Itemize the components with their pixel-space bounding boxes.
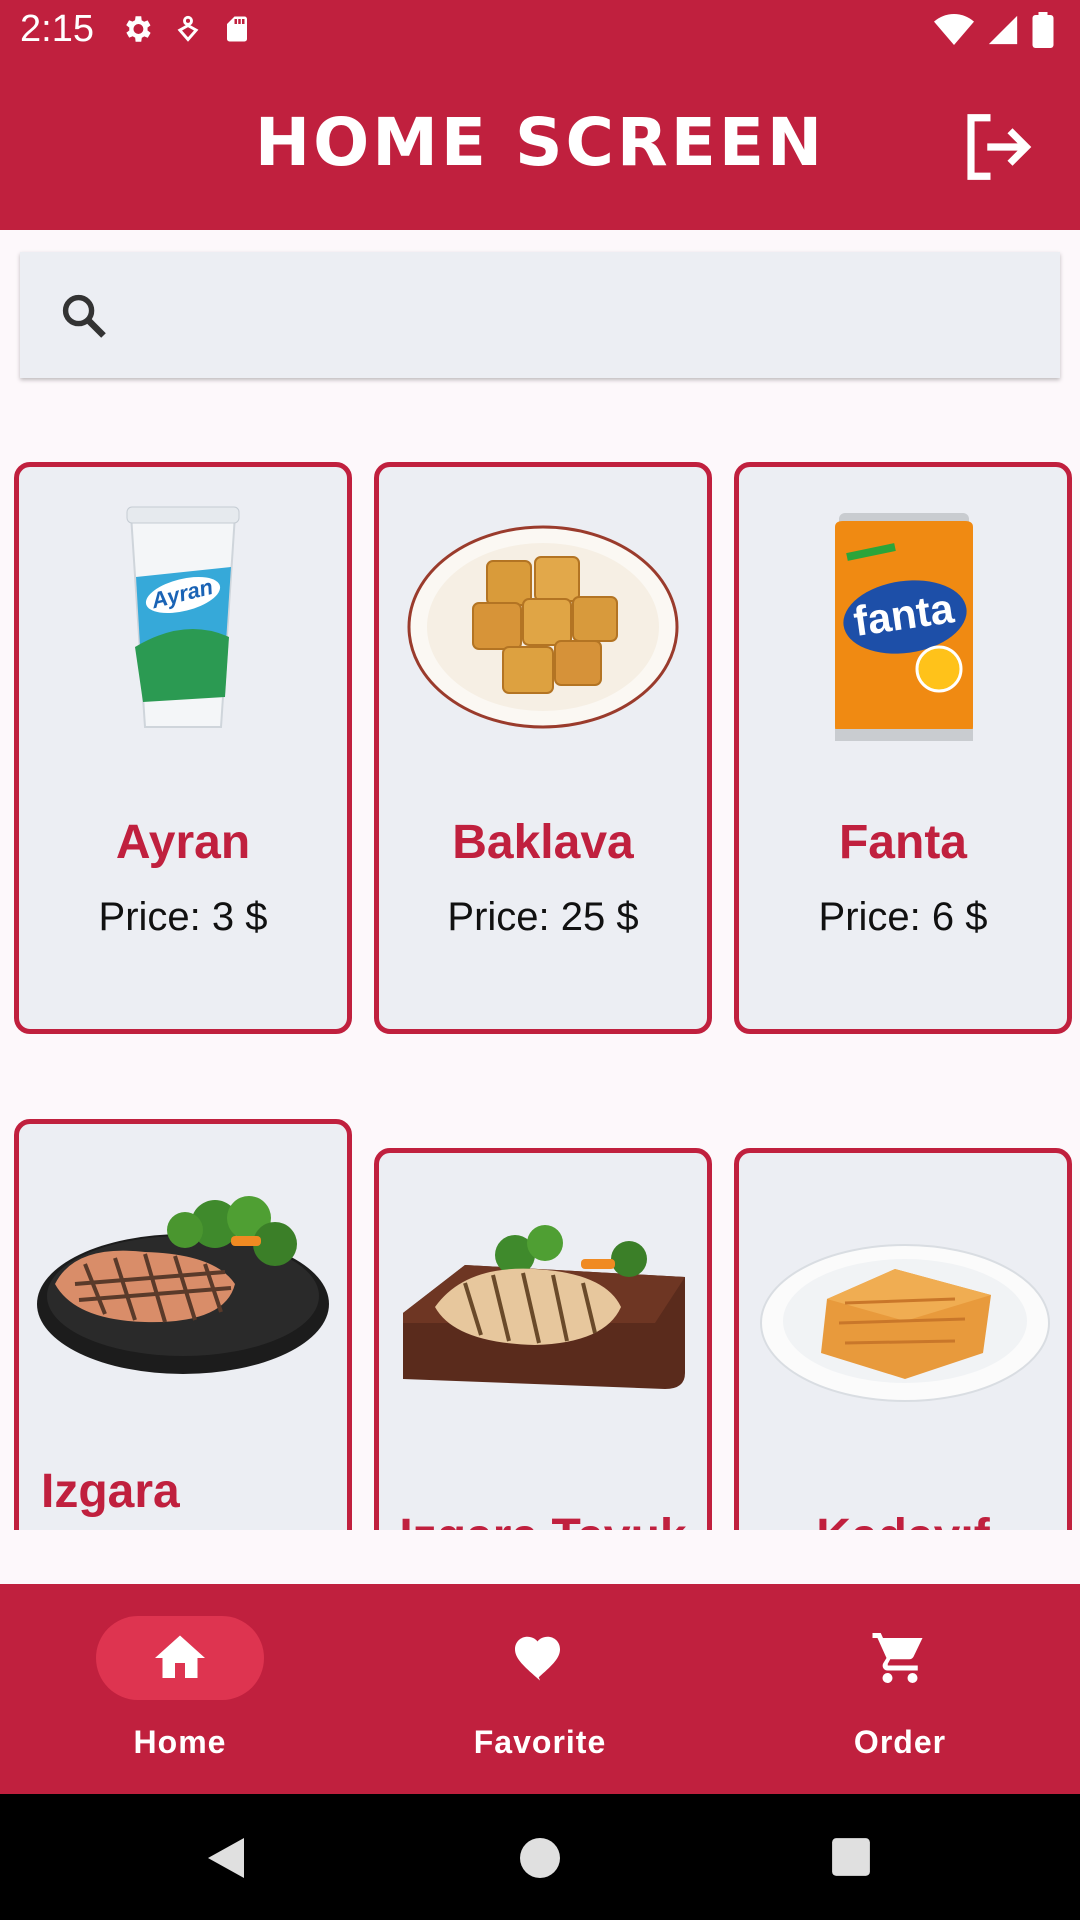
- status-bar: 2:15: [0, 0, 1080, 64]
- cart-icon: [872, 1633, 923, 1683]
- product-name: Izgara Tavuk: [379, 1509, 707, 1530]
- nav-label-order: Order: [853, 1724, 947, 1760]
- nav-item-favorite[interactable]: Favorite: [360, 1584, 720, 1794]
- home-circle-icon[interactable]: [518, 1836, 562, 1880]
- fanta-can-image: fanta: [835, 513, 973, 741]
- settings-icon: [126, 16, 151, 42]
- product-name: Ayran: [115, 816, 251, 869]
- nav-label-home: Home: [133, 1724, 227, 1760]
- product-card-kadayif[interactable]: Kadayıf: [734, 1148, 1072, 1530]
- grilled-salmon-image: [37, 1196, 329, 1374]
- sd-card-icon: [227, 16, 247, 42]
- product-price: Price: 3 $: [98, 895, 268, 939]
- accessibility-icon: [177, 15, 199, 42]
- bottom-navigation: Home Favorite Order: [0, 1584, 1080, 1794]
- product-card-izgara[interactable]: Izgara: [14, 1119, 352, 1530]
- product-name: Izgara: [41, 1465, 180, 1518]
- signal-icon: [988, 15, 1018, 45]
- logout-icon: [967, 114, 1032, 180]
- nav-label-favorite: Favorite: [473, 1724, 607, 1760]
- heart-icon: [515, 1636, 560, 1681]
- ayran-cup-image: Ayran: [126, 506, 240, 728]
- product-name: Fanta: [838, 816, 967, 869]
- nav-item-order[interactable]: Order: [720, 1584, 1080, 1794]
- product-name: Kadayıf: [739, 1509, 1067, 1530]
- back-icon[interactable]: [204, 1834, 248, 1882]
- home-icon: [155, 1635, 205, 1678]
- search-input[interactable]: [140, 272, 1030, 358]
- product-price: Price: 25 $: [447, 895, 639, 939]
- recents-icon[interactable]: [830, 1836, 872, 1878]
- product-grid: Ayran Ayran Price: 3 $ Baklava Price: 25…: [0, 378, 1080, 1530]
- product-name: Baklava: [452, 816, 634, 869]
- nav-item-home[interactable]: Home: [0, 1584, 360, 1794]
- status-time: 2:15: [20, 8, 94, 50]
- grilled-chicken-image: [403, 1225, 685, 1389]
- kadayif-plate-image: [760, 1244, 1050, 1402]
- search-bar: [20, 252, 1060, 378]
- product-card-ayran[interactable]: Ayran Ayran Price: 3 $: [14, 462, 352, 1034]
- product-card-izgara-tavuk[interactable]: Izgara Tavuk: [374, 1148, 712, 1530]
- wifi-icon: [934, 14, 974, 45]
- page-title: HOME SCREEN: [254, 104, 826, 181]
- battery-icon: [1032, 12, 1054, 48]
- logout-button[interactable]: [958, 108, 1036, 186]
- product-card-baklava[interactable]: Baklava Price: 25 $: [374, 462, 712, 1034]
- baklava-plate-image: [407, 525, 679, 729]
- product-card-fanta[interactable]: fanta Fanta Price: 6 $: [734, 462, 1072, 1034]
- system-navigation-bar: [0, 1794, 1080, 1920]
- app-bar: HOME SCREEN: [0, 64, 1080, 230]
- product-price: Price: 6 $: [818, 895, 988, 939]
- search-icon[interactable]: [58, 290, 110, 342]
